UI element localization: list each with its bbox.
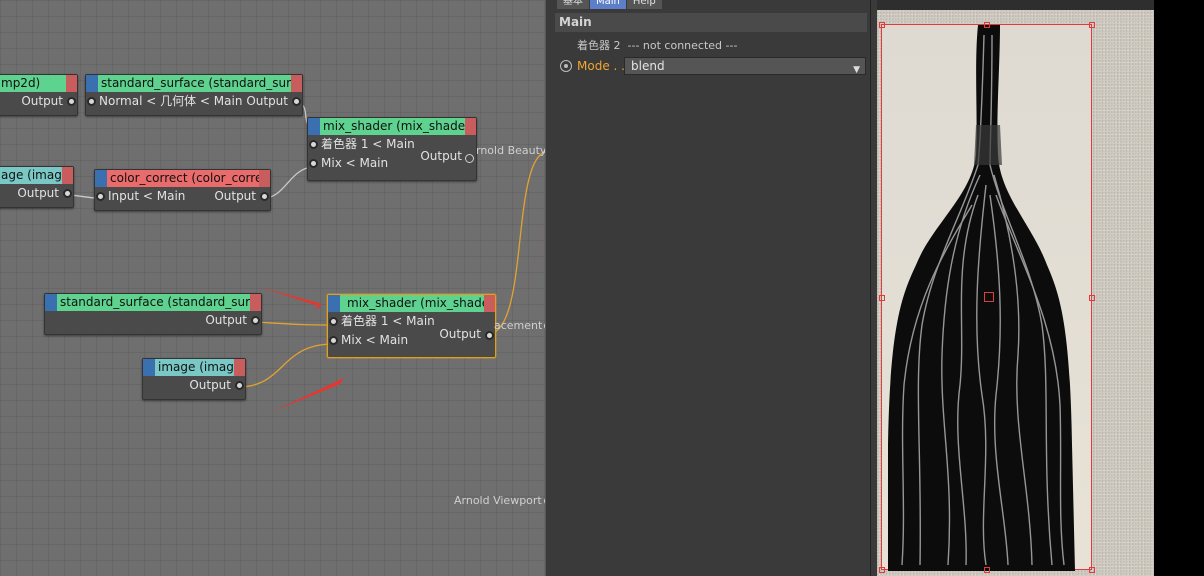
handle-top-right[interactable] — [1089, 22, 1095, 28]
shader2-label: 着色器 2 — [577, 39, 621, 52]
attribute-panel: 基本 Main Help Main 着色器 2 --- not connected … — [555, 0, 870, 576]
node-title: mix_shader (mix_shader) — [323, 119, 475, 133]
node-title: image (image) — [158, 360, 245, 374]
tab-basic[interactable]: 基本 — [557, 0, 589, 9]
input-label-mix: Mix < Main — [321, 156, 389, 170]
arnold-viewport-label: Arnold Viewport — [454, 494, 542, 507]
tab-help[interactable]: Help — [626, 0, 662, 9]
node-mix-shader-top[interactable]: mix_shader (mix_shader) 着色器 1 < Main Mix… — [307, 117, 477, 181]
mode-label: Mode . . — [577, 59, 625, 73]
output-label: Output — [21, 94, 63, 108]
dropdown-caret-icon: ▼ — [853, 65, 860, 75]
input-port[interactable] — [96, 192, 105, 201]
output-port[interactable] — [67, 97, 76, 106]
crosshair-center-icon[interactable] — [984, 292, 994, 302]
output-port[interactable] — [465, 154, 474, 163]
handle-bottom-mid[interactable] — [984, 567, 990, 573]
input-port-mix[interactable] — [309, 159, 318, 168]
node-image-place2d[interactable]: mp2d) Output — [0, 74, 78, 116]
render-region-frame[interactable] — [879, 22, 1095, 573]
output-port[interactable] — [251, 316, 260, 325]
output-label: Output — [205, 313, 247, 327]
mode-value: blend — [631, 59, 665, 73]
input-label: Input < Main — [108, 189, 186, 203]
render-viewport[interactable] — [877, 0, 1154, 576]
output-label: Output — [246, 94, 288, 108]
node-editor-canvas[interactable]: mp2d) Output standard_surface (standard_… — [0, 0, 545, 576]
viewport-topbar — [877, 0, 1154, 10]
input-label-shader1: 着色器 1 < Main — [321, 137, 415, 151]
node-standard-surface-top[interactable]: standard_surface (standard_surface) Norm… — [85, 74, 303, 116]
node-image-left[interactable]: age (image) Output — [0, 166, 74, 208]
output-port[interactable] — [485, 331, 494, 340]
node-title: mp2d) — [1, 76, 41, 90]
node-title: standard_surface (standard_surface) — [60, 295, 261, 309]
input-label-shader1: 着色器 1 < Main — [341, 314, 435, 328]
node-title: mix_shader (mix_shader) — [347, 296, 495, 310]
section-main-header[interactable]: Main — [555, 13, 867, 32]
mode-keyframe-radio[interactable] — [560, 60, 572, 72]
handle-bottom-right[interactable] — [1089, 567, 1095, 573]
handle-bottom-left[interactable] — [879, 567, 885, 573]
output-label: Output — [189, 378, 231, 392]
input-label-mix: Mix < Main — [341, 333, 409, 347]
handle-top-mid[interactable] — [984, 22, 990, 28]
handle-mid-right[interactable] — [1089, 295, 1095, 301]
input-label: Normal < 几何体 < Main — [99, 94, 243, 108]
vase-neck-texture — [974, 125, 1002, 165]
input-port-shader1[interactable] — [309, 140, 318, 149]
displacement-label: acement — [494, 319, 543, 332]
output-port[interactable] — [292, 97, 301, 106]
tab-main[interactable]: Main — [590, 0, 626, 9]
output-label: Output — [17, 186, 59, 200]
node-standard-surface-bottom[interactable]: standard_surface (standard_surface) Outp… — [44, 293, 262, 335]
input-port-shader1[interactable] — [329, 317, 338, 326]
handle-mid-left[interactable] — [879, 295, 885, 301]
attribute-tabs: 基本 Main Help — [557, 0, 663, 9]
node-image-bottom[interactable]: image (image) Output — [142, 358, 246, 400]
node-mix-shader-selected[interactable]: mix_shader (mix_shader) 着色器 1 < Main Mix… — [327, 294, 496, 358]
handle-top-left[interactable] — [879, 22, 885, 28]
node-color-correct[interactable]: color_correct (color_correct) Input < Ma… — [94, 169, 271, 211]
node-title: standard_surface (standard_surface) — [101, 76, 302, 90]
input-port[interactable] — [87, 97, 96, 106]
viewport-empty-area — [1154, 0, 1204, 576]
input-port-mix[interactable] — [329, 336, 338, 345]
output-port[interactable] — [63, 189, 72, 198]
shader2-property: 着色器 2 --- not connected --- — [577, 37, 737, 53]
output-label: Output — [420, 149, 462, 163]
output-port[interactable] — [235, 381, 244, 390]
node-title: color_correct (color_correct) — [110, 171, 270, 185]
arnold-beauty-label: rnold Beauty — [476, 144, 545, 157]
output-label: Output — [214, 189, 256, 203]
output-port[interactable] — [260, 192, 269, 201]
shader2-value: --- not connected --- — [627, 39, 738, 52]
mode-dropdown[interactable]: blend ▼ — [624, 57, 866, 75]
output-label: Output — [439, 327, 481, 341]
